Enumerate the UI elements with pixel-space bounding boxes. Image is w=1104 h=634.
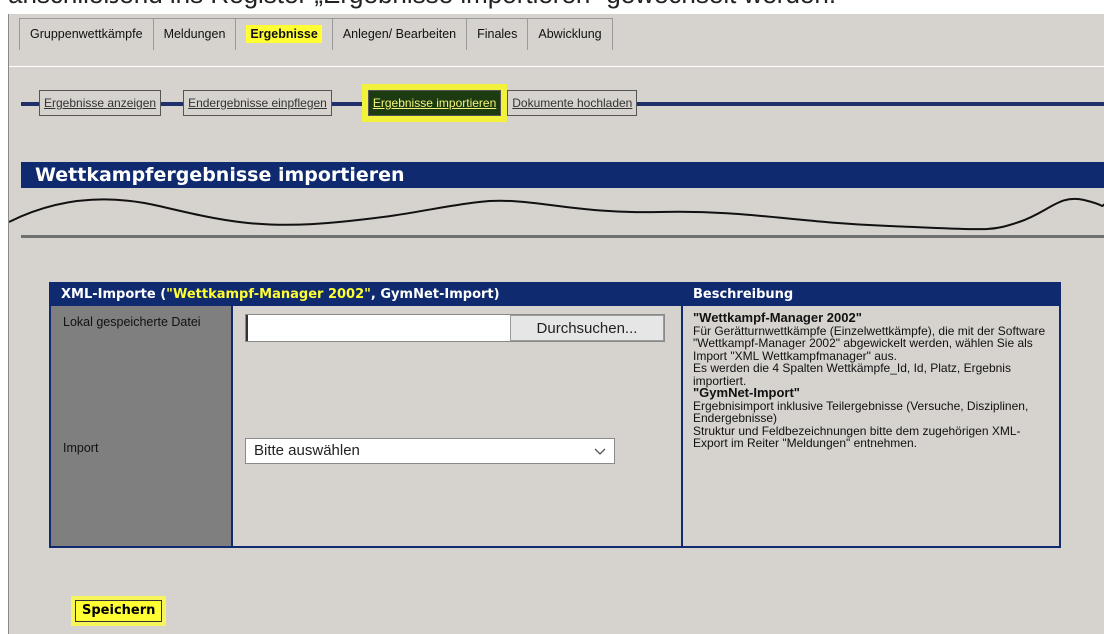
desc-text-structure: Struktur und Feldbezeichnungen bitte dem…: [693, 423, 1021, 450]
main-tabs: Gruppenwettkämpfe Meldungen Ergebnisse A…: [19, 18, 613, 50]
subnav-ergebnisse-importieren[interactable]: Ergebnisse importieren: [361, 84, 508, 122]
file-label: Lokal gespeicherte Datei: [63, 315, 201, 329]
import-description: "Wettkampf-Manager 2002" Für Gerätturnwe…: [693, 310, 1053, 450]
description-header: Beschreibung: [693, 287, 794, 302]
tabs-divider: [9, 66, 1104, 67]
tab-meldungen[interactable]: Meldungen: [152, 18, 236, 50]
subnav-dokumente-hochladen[interactable]: Dokumente hochladen: [507, 90, 638, 116]
header-prefix: XML-Importe (: [61, 287, 167, 302]
app-window: Gruppenwettkämpfe Meldungen Ergebnisse A…: [8, 14, 1104, 634]
desc-text-gymnet: Ergebnisimport inklusive Teilergebnisse …: [693, 398, 1029, 425]
import-header-title: XML-Importe ("Wettkampf-Manager 2002", G…: [61, 284, 500, 306]
caption-text: anschließend ins Register „Ergebnisse im…: [8, 0, 836, 10]
tab-gruppenwettkaempfe[interactable]: Gruppenwettkämpfe: [19, 18, 153, 50]
tab-label: Meldungen: [163, 27, 226, 41]
document-caption: anschließend ins Register „Ergebnisse im…: [0, 0, 1104, 14]
import-label: Import: [63, 441, 99, 455]
file-path-field[interactable]: [246, 315, 508, 341]
desc-text-wkm: Für Gerätturnwettkämpfe (Einzelwettkämpf…: [693, 323, 1046, 363]
sub-navigation: Ergebnisse anzeigen Endergebnisse einpfl…: [39, 84, 659, 122]
label-column: Lokal gespeicherte Datei Import: [51, 306, 231, 546]
header-suffix: , GymNet-Import): [370, 287, 500, 302]
header-highlight: "Wettkampf-Manager 2002": [166, 287, 371, 302]
tab-label: Anlegen/ Bearbeiten: [342, 27, 457, 41]
import-box-header: XML-Importe ("Wettkampf-Manager 2002", G…: [51, 284, 1059, 306]
select-value: Bitte auswählen: [254, 442, 360, 459]
desc-title-gymnet: "GymNet-Import": [693, 385, 800, 400]
file-picker: Durchsuchen...: [245, 314, 665, 342]
decorative-wave: [9, 197, 1104, 231]
tab-finales[interactable]: Finales: [466, 18, 528, 50]
tab-abwicklung[interactable]: Abwicklung: [527, 18, 613, 50]
save-button[interactable]: Speichern: [75, 600, 163, 622]
subnav-ergebnisse-anzeigen[interactable]: Ergebnisse anzeigen: [39, 90, 162, 116]
desc-title-wkm: "Wettkampf-Manager 2002": [693, 310, 862, 325]
browse-button[interactable]: Durchsuchen...: [510, 315, 664, 341]
section-separator: [21, 235, 1104, 238]
tab-label: Abwicklung: [538, 27, 602, 41]
description-column: "Wettkampf-Manager 2002" Für Gerätturnwe…: [683, 306, 1059, 546]
subnav-endergebnisse-einpflegen[interactable]: Endergebnisse einpflegen: [183, 90, 332, 116]
tab-label: Finales: [477, 27, 518, 41]
tab-label: Gruppenwettkämpfe: [30, 27, 143, 41]
tab-ergebnisse[interactable]: Ergebnisse: [235, 18, 332, 50]
chevron-down-icon: [594, 448, 606, 455]
import-type-select[interactable]: Bitte auswählen: [245, 438, 615, 464]
desc-text-columns: Es werden die 4 Spalten Wettkämpfe_Id, I…: [693, 361, 1011, 388]
tab-label: Ergebnisse: [246, 25, 322, 43]
xml-import-box: XML-Importe ("Wettkampf-Manager 2002", G…: [49, 282, 1061, 548]
input-column: Durchsuchen... Bitte auswählen: [233, 306, 681, 546]
tab-anlegen-bearbeiten[interactable]: Anlegen/ Bearbeiten: [331, 18, 467, 50]
